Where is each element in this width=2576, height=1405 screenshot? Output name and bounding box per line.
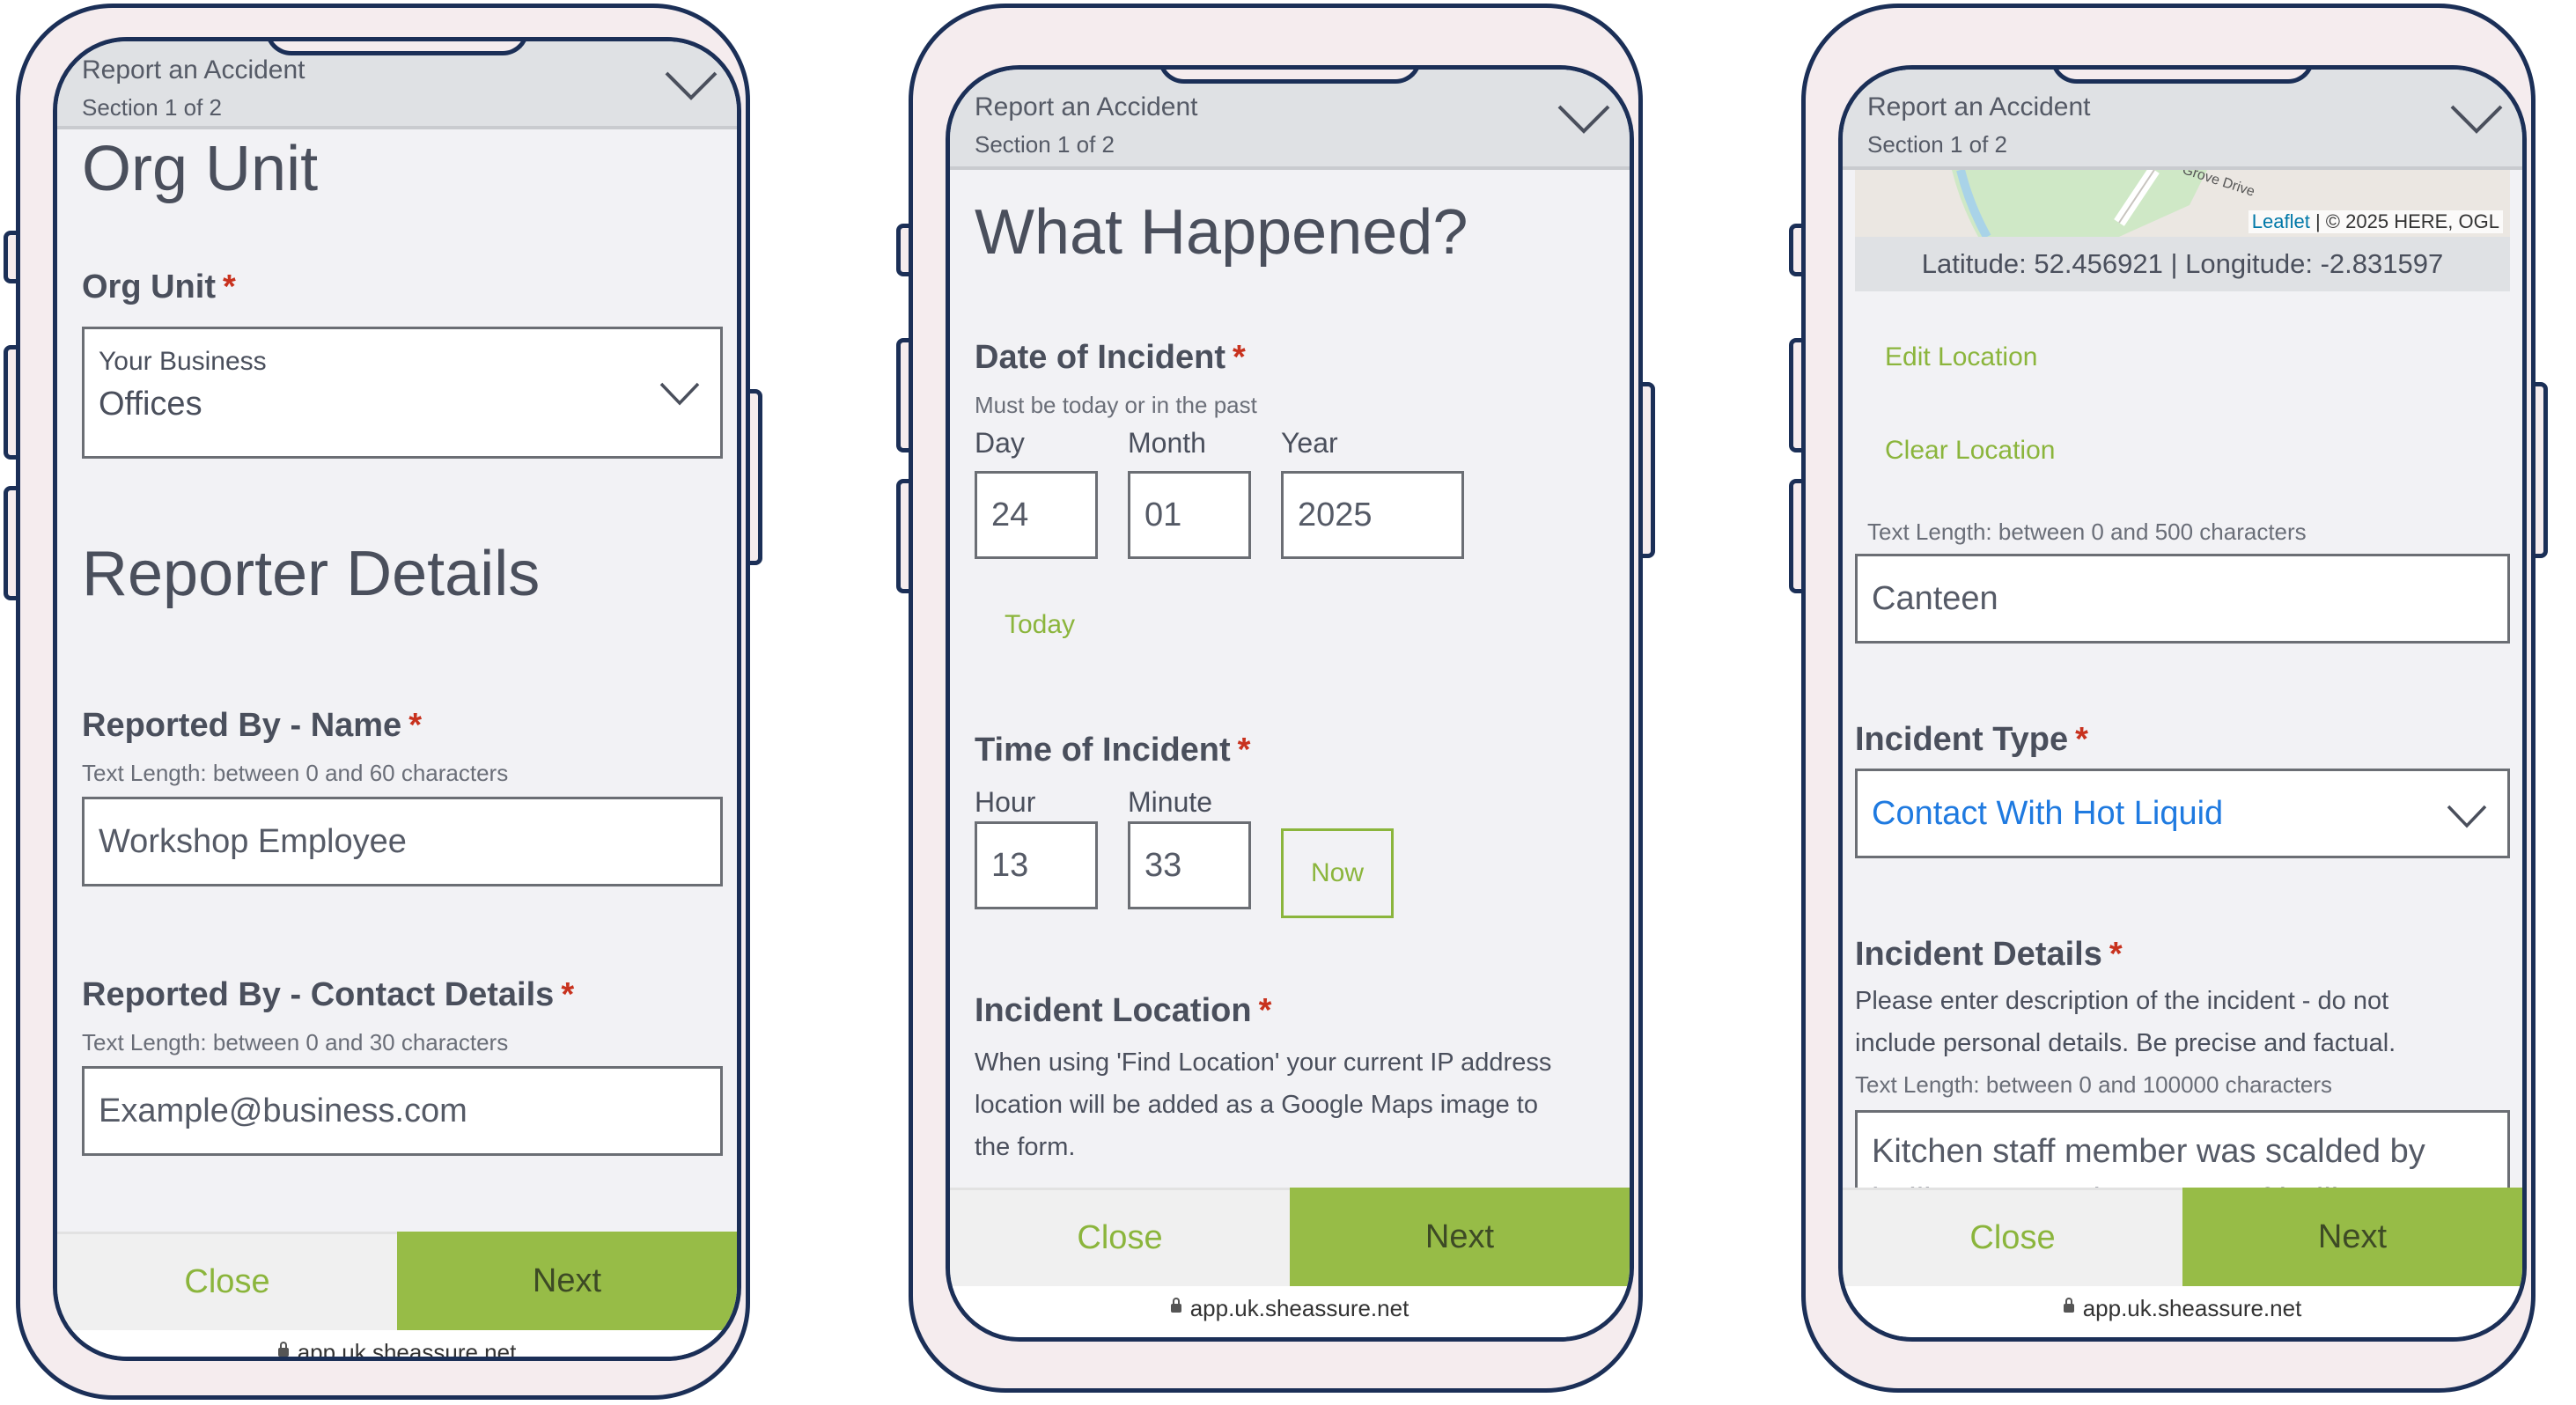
minute-input[interactable]: 33 [1128,821,1251,909]
reported-by-contact-hint: Text Length: between 0 and 30 characters [82,1029,509,1056]
phone-mockup-3: Report an Accident Section 1 of 2 Grove … [1789,4,2548,1393]
incident-type-value: Contact With Hot Liquid [1872,794,2224,832]
reported-by-name-input[interactable]: Workshop Employee [82,797,723,886]
header-section: Section 1 of 2 [82,94,222,121]
month-input[interactable]: 01 [1128,471,1251,559]
org-unit-label: Org Unit * [82,268,236,305]
org-unit-parent: Your Business [99,347,267,376]
chevron-down-icon [659,382,700,406]
phone-mockup-2: Report an Accident Section 1 of 2 What H… [896,4,1655,1393]
phone-mockup-1: Report an Accident Section 1 of 2 Org Un… [4,4,762,1400]
browser-url-bar[interactable]: app.uk.sheassure.net [950,1286,1630,1337]
close-button[interactable]: Close [1843,1188,2182,1286]
incident-details-label: Incident Details * [1855,936,2123,973]
browser-url-bar[interactable]: app.uk.sheassure.net [57,1330,737,1361]
form-footer: Close Next [57,1232,737,1330]
section-heading-reporter: Reporter Details [82,539,541,609]
month-label: Month [1128,427,1206,459]
today-link[interactable]: Today [1005,610,1075,640]
day-label: Day [975,427,1025,459]
url-text: app.uk.sheassure.net [2082,1295,2302,1321]
url-text: app.uk.sheassure.net [1189,1295,1409,1321]
day-input[interactable]: 24 [975,471,1098,559]
section-heading-org-unit: Org Unit [82,134,319,204]
hour-label: Hour [975,786,1036,818]
header-section: Section 1 of 2 [975,131,1115,158]
org-unit-select[interactable]: Your Business Offices [82,327,723,459]
close-button[interactable]: Close [57,1232,397,1330]
location-map[interactable]: Grove Drive Leaflet | © 2025 HERE, OGL [1855,170,2510,237]
lock-icon [2063,1298,2074,1313]
reported-by-contact-label: Reported By - Contact Details * [82,976,575,1013]
phone-screen: Report an Accident Section 1 of 2 Org Un… [53,37,741,1361]
notch [1158,70,1422,84]
chevron-down-icon [2447,805,2487,828]
lock-icon [1170,1298,1181,1313]
date-of-incident-hint: Must be today or in the past [975,392,1257,418]
org-unit-value: Offices [99,386,202,423]
phone-screen: Report an Accident Section 1 of 2 Grove … [1838,65,2527,1342]
notch [2050,70,2315,84]
year-label: Year [1281,427,1338,459]
chevron-down-icon[interactable] [1556,101,1612,136]
browser-url-bar[interactable]: app.uk.sheassure.net [1843,1286,2522,1337]
lock-icon [277,1342,289,1357]
header-title: Report an Accident [82,55,305,85]
clear-location-link[interactable]: Clear Location [1885,436,2055,466]
leaflet-link[interactable]: Leaflet [2252,210,2310,232]
next-button[interactable]: Next [397,1232,737,1330]
close-button[interactable]: Close [950,1188,1290,1286]
reported-by-name-label: Reported By - Name * [82,707,422,744]
header-title: Report an Accident [975,92,1198,121]
incident-type-select[interactable]: Contact With Hot Liquid [1855,769,2510,858]
year-input[interactable]: 2025 [1281,471,1464,559]
reported-by-name-hint: Text Length: between 0 and 60 characters [82,760,509,786]
phone-screen: Report an Accident Section 1 of 2 What H… [946,65,1634,1342]
minute-label: Minute [1128,786,1213,818]
chevron-down-icon[interactable] [663,68,719,103]
chevron-down-icon[interactable] [2448,101,2505,136]
coordinates-readout: Latitude: 52.456921 | Longitude: -2.8315… [1855,237,2510,291]
map-attribution: Leaflet | © 2025 HERE, OGL [2248,210,2503,233]
location-text-hint: Text Length: between 0 and 500 character… [1867,519,2307,545]
incident-type-label: Incident Type * [1855,721,2088,758]
notch [265,41,529,55]
incident-location-label: Incident Location * [975,992,1272,1029]
form-footer: Close Next [1843,1188,2522,1286]
edit-location-link[interactable]: Edit Location [1885,342,2037,372]
incident-details-description: Please enter description of the incident… [1855,987,2396,1057]
location-text-input[interactable]: Canteen [1855,554,2510,644]
url-text: app.uk.sheassure.net [297,1339,517,1361]
incident-details-hint: Text Length: between 0 and 100000 charac… [1855,1071,2333,1098]
header-section: Section 1 of 2 [1867,131,2007,158]
section-heading-what-happened: What Happened? [975,197,1468,268]
header-title: Report an Accident [1867,92,2091,121]
date-of-incident-label: Date of Incident * [975,339,1246,376]
next-button[interactable]: Next [1290,1188,1630,1286]
incident-location-description: When using 'Find Location' your current … [975,1048,1552,1161]
hour-input[interactable]: 13 [975,821,1098,909]
reported-by-contact-input[interactable]: Example@business.com [82,1066,723,1156]
now-button[interactable]: Now [1281,828,1394,918]
time-of-incident-label: Time of Incident * [975,732,1251,769]
form-footer: Close Next [950,1188,1630,1286]
next-button[interactable]: Next [2182,1188,2522,1286]
